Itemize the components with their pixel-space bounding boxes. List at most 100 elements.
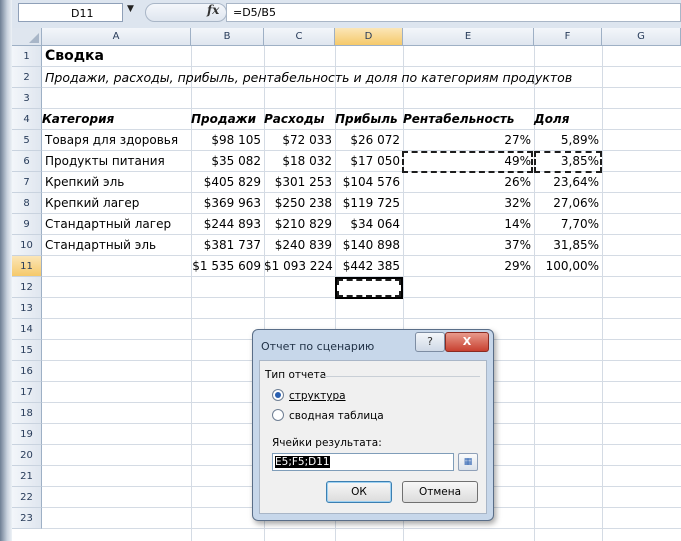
table-cell[interactable]: $72 033 — [264, 130, 335, 151]
dialog-body: Тип отчета структура сводная таблица Яче… — [259, 360, 487, 514]
window-left-edge — [0, 0, 12, 541]
table-cell[interactable]: Товаря для здоровья — [45, 130, 191, 151]
row-header-10[interactable]: 10 — [12, 235, 42, 256]
row-header-2[interactable]: 2 — [12, 67, 42, 88]
total-cell[interactable]: $1 535 609 — [191, 256, 264, 277]
column-header-a[interactable]: A — [42, 28, 191, 46]
radio-selected-icon[interactable] — [272, 389, 284, 401]
table-cell[interactable]: 32% — [403, 193, 534, 214]
row-header-22[interactable]: 22 — [12, 487, 42, 508]
table-cell[interactable]: $405 829 — [191, 172, 264, 193]
row-header-13[interactable]: 13 — [12, 298, 42, 319]
table-cell[interactable]: $369 963 — [191, 193, 264, 214]
total-cell[interactable]: 29% — [403, 256, 534, 277]
row-header-6[interactable]: 6 — [12, 151, 42, 172]
table-cell[interactable]: Стандартный эль — [45, 235, 191, 256]
column-header-b[interactable]: B — [191, 28, 264, 46]
row-header-16[interactable]: 16 — [12, 361, 42, 382]
table-cell[interactable]: 14% — [403, 214, 534, 235]
row-header-18[interactable]: 18 — [12, 403, 42, 424]
select-all-button[interactable] — [12, 28, 42, 46]
table-cell[interactable]: 27,06% — [534, 193, 602, 214]
table-header[interactable]: Продажи — [191, 109, 264, 130]
table-cell[interactable]: 27% — [403, 130, 534, 151]
table-cell[interactable]: $140 898 — [335, 235, 403, 256]
table-cell[interactable]: $240 839 — [264, 235, 335, 256]
table-header[interactable]: Прибыль — [335, 109, 403, 130]
row-header-19[interactable]: 19 — [12, 424, 42, 445]
column-header-g[interactable]: G — [602, 28, 681, 46]
close-button[interactable]: X — [445, 332, 489, 352]
row-header-14[interactable]: 14 — [12, 319, 42, 340]
sheet-title[interactable]: Сводка — [45, 46, 191, 67]
row-header-1[interactable]: 1 — [12, 46, 42, 67]
row-header-12[interactable]: 12 — [12, 277, 42, 298]
table-cell[interactable]: 7,70% — [534, 214, 602, 235]
table-cell[interactable]: $119 725 — [335, 193, 403, 214]
range-select-icon[interactable]: ▦ — [458, 453, 478, 471]
table-cell[interactable]: 5,89% — [534, 130, 602, 151]
row-header-8[interactable]: 8 — [12, 193, 42, 214]
row-header-9[interactable]: 9 — [12, 214, 42, 235]
column-header-c[interactable]: C — [264, 28, 335, 46]
table-cell[interactable]: $210 829 — [264, 214, 335, 235]
row-header-20[interactable]: 20 — [12, 445, 42, 466]
table-cell[interactable]: $381 737 — [191, 235, 264, 256]
radio-pivot-table[interactable]: сводная таблица — [272, 409, 384, 425]
radio-outline[interactable]: структура — [272, 389, 346, 405]
row-header-17[interactable]: 17 — [12, 382, 42, 403]
row-header-4[interactable]: 4 — [12, 109, 42, 130]
formula-input[interactable]: =D5/B5 — [226, 3, 681, 22]
table-cell[interactable]: $34 064 — [335, 214, 403, 235]
row-header-3[interactable]: 3 — [12, 88, 42, 109]
radio-pivot-label: сводная таблица — [289, 410, 384, 422]
chevron-down-icon[interactable]: ▼ — [127, 4, 134, 14]
copy-marquee-d11 — [337, 279, 401, 297]
radio-unselected-icon[interactable] — [272, 409, 284, 421]
result-cells-input[interactable]: E5;F5;D11 — [272, 453, 454, 471]
table-cell[interactable]: 37% — [403, 235, 534, 256]
table-cell[interactable]: 26% — [403, 172, 534, 193]
table-cell[interactable]: $301 253 — [264, 172, 335, 193]
row-header-5[interactable]: 5 — [12, 130, 42, 151]
table-cell[interactable]: $17 050 — [335, 151, 403, 172]
radio-outline-label: структура — [289, 390, 346, 402]
table-header[interactable]: Категория — [42, 109, 191, 130]
table-header[interactable]: Расходы — [264, 109, 335, 130]
function-icon[interactable]: fx — [207, 3, 219, 17]
column-header-d[interactable]: D — [335, 28, 403, 46]
row-header-11[interactable]: 11 — [12, 256, 42, 277]
table-cell[interactable]: $35 082 — [191, 151, 264, 172]
table-cell[interactable]: Крепкий эль — [45, 172, 191, 193]
row-header-15[interactable]: 15 — [12, 340, 42, 361]
cancel-button[interactable]: Отмена — [402, 481, 478, 503]
total-cell[interactable]: $442 385 — [335, 256, 403, 277]
column-header-e[interactable]: E — [403, 28, 534, 46]
table-cell[interactable]: $250 238 — [264, 193, 335, 214]
row-header-7[interactable]: 7 — [12, 172, 42, 193]
table-cell[interactable]: 31,85% — [534, 235, 602, 256]
name-box[interactable]: D11 — [18, 3, 123, 22]
table-cell[interactable]: Стандартный лагер — [45, 214, 191, 235]
row-header-21[interactable]: 21 — [12, 466, 42, 487]
table-cell[interactable]: 23,64% — [534, 172, 602, 193]
total-cell[interactable]: 100,00% — [534, 256, 602, 277]
table-header[interactable]: Доля — [534, 109, 602, 130]
help-button[interactable]: ? — [415, 332, 445, 352]
table-cell[interactable]: Крепкий лагер — [45, 193, 191, 214]
column-header-f[interactable]: F — [534, 28, 602, 46]
table-cell[interactable]: $26 072 — [335, 130, 403, 151]
ok-button[interactable]: ОК — [326, 481, 392, 503]
row-header-23[interactable]: 23 — [12, 508, 42, 529]
table-cell[interactable]: $244 893 — [191, 214, 264, 235]
table-cell[interactable]: $18 032 — [264, 151, 335, 172]
table-cell[interactable]: $104 576 — [335, 172, 403, 193]
result-cells-value: E5;F5;D11 — [275, 456, 330, 468]
sheet-subtitle[interactable]: Продажи, расходы, прибыль, рентабельност… — [45, 67, 572, 88]
table-cell[interactable]: $98 105 — [191, 130, 264, 151]
total-cell[interactable]: $1 093 224 — [264, 256, 335, 277]
result-cells-label: Ячейки результата: — [272, 437, 382, 449]
table-cell[interactable]: Продукты питания — [45, 151, 191, 172]
dialog-title: Отчет по сценарию — [261, 340, 375, 353]
table-header[interactable]: Рентабельность — [403, 109, 534, 130]
